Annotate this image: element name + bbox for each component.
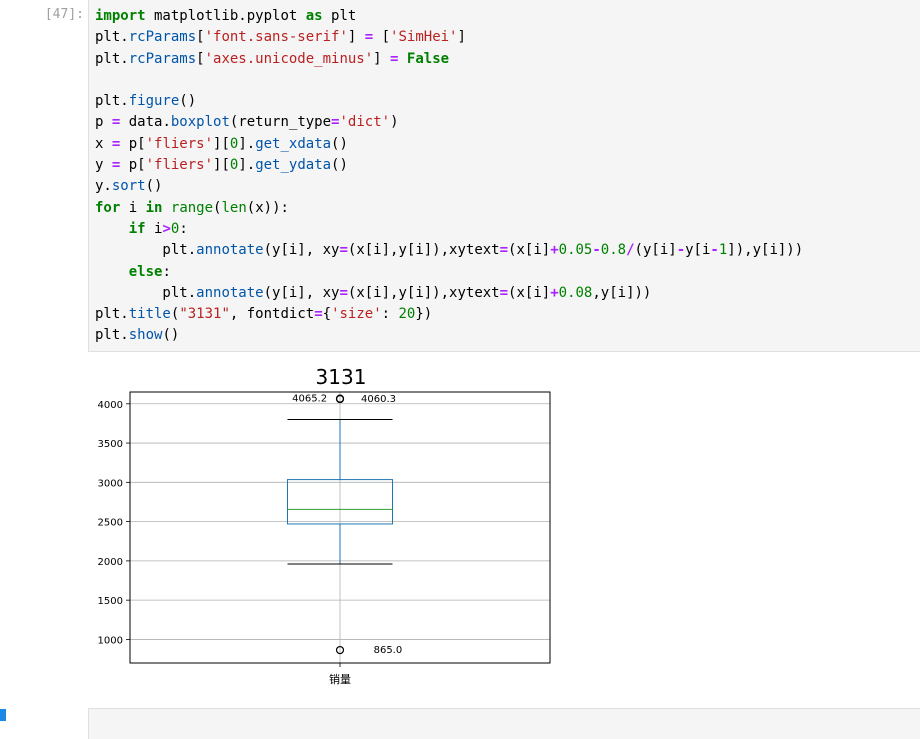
y-tick-label: 2500 bbox=[98, 518, 123, 529]
code-line-6: p = data.boxplot(return_type='dict') bbox=[95, 114, 399, 131]
flier-annotation: 4060.3 bbox=[361, 394, 396, 405]
code-line-2: plt.rcParams['font.sans-serif'] = ['SimH… bbox=[95, 29, 466, 46]
y-tick-label: 2000 bbox=[98, 557, 123, 568]
boxplot-chart: 3131 1000 1500 2000 2500 3000 3500 4000 销量 865.… bbox=[98, 365, 551, 686]
flier-annotation: 865.0 bbox=[374, 645, 403, 656]
code-line-16: plt.show() bbox=[95, 327, 180, 344]
chart-title: 3131 bbox=[316, 365, 367, 389]
y-tick-label: 3000 bbox=[98, 478, 123, 489]
y-tick-label: 1000 bbox=[98, 635, 123, 646]
code-line-5: plt.figure() bbox=[95, 93, 197, 110]
flier-annotation: 4065.2 bbox=[292, 394, 327, 405]
cell-output: 3131 1000 1500 2000 2500 3000 3500 4000 销量 865.… bbox=[88, 356, 568, 696]
code-editor[interactable]: import matplotlib.pyplot as plt plt.rcPa… bbox=[95, 6, 920, 347]
y-tick-label: 4000 bbox=[98, 400, 123, 411]
code-line-14: plt.annotate(y[i], xy=(x[i],y[i]),xytext… bbox=[95, 284, 652, 301]
code-line-13: else: bbox=[128, 263, 171, 280]
code-line-11: if i>0: bbox=[128, 220, 188, 237]
code-line-1: import matplotlib.pyplot as plt bbox=[95, 8, 357, 24]
code-line-10: for i in range(len(x)): bbox=[95, 199, 289, 216]
y-tick-label: 3500 bbox=[98, 439, 123, 450]
annotation-layer: 865.0 4060.3 4065.2 bbox=[292, 394, 402, 656]
code-line-12: plt.annotate(y[i], xy=(x[i],y[i]),xytext… bbox=[95, 242, 804, 259]
y-tick-label: 1500 bbox=[98, 596, 123, 607]
cell-selection-indicator bbox=[0, 709, 6, 721]
x-tick-label: 销量 bbox=[329, 672, 351, 686]
code-line-15: plt.title("3131", fontdict={'size': 20}) bbox=[95, 306, 433, 323]
next-code-cell[interactable] bbox=[88, 708, 920, 739]
code-line-7: x = p['fliers'][0].get_xdata() bbox=[95, 135, 348, 152]
code-line-8: y = p['fliers'][0].get_ydata() bbox=[95, 157, 348, 174]
code-line-9: y.sort() bbox=[95, 178, 163, 195]
code-cell[interactable]: import matplotlib.pyplot as plt plt.rcPa… bbox=[88, 0, 920, 352]
code-line-3: plt.rcParams['axes.unicode_minus'] = Fal… bbox=[95, 50, 450, 67]
cell-prompt: [47]: bbox=[44, 7, 84, 22]
